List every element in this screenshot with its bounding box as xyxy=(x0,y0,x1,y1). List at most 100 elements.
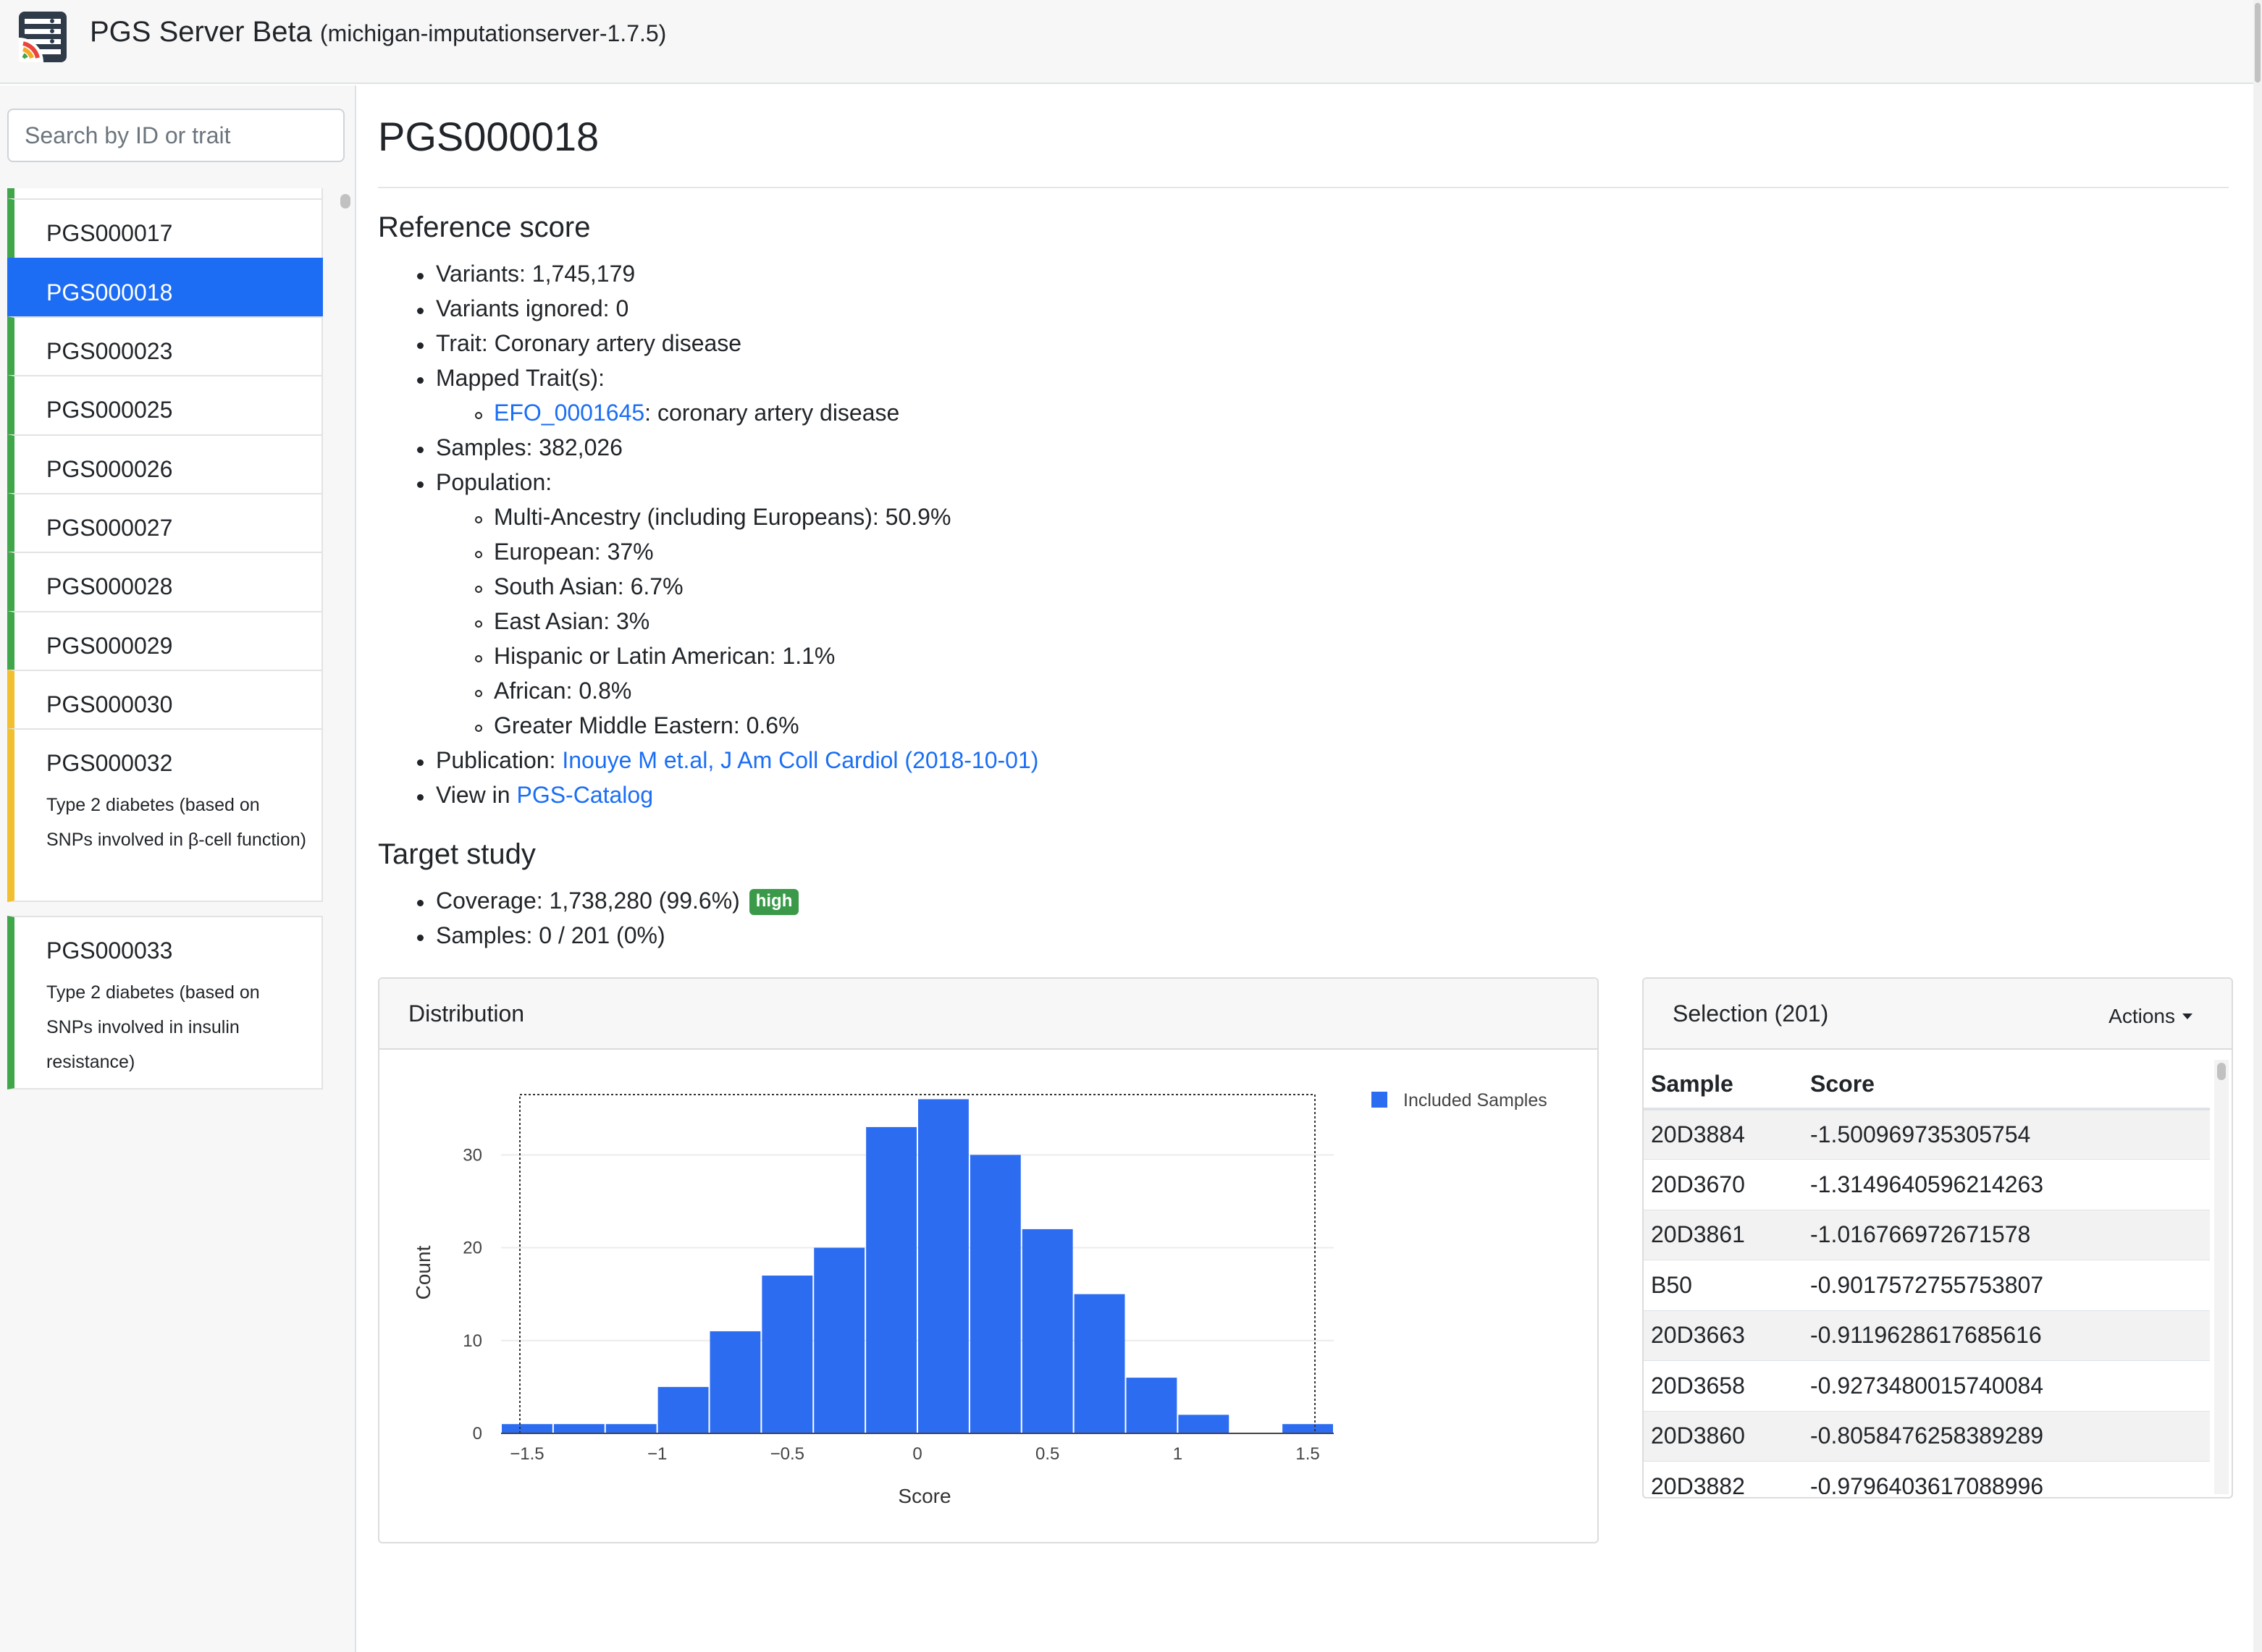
sample-cell: 20D3882 xyxy=(1644,1461,1803,1494)
sample-cell: 20D3658 xyxy=(1644,1360,1803,1412)
histogram-bar xyxy=(657,1386,709,1433)
search-input[interactable] xyxy=(7,109,345,162)
table-row[interactable]: 20D3884 -1.500969735305754 xyxy=(1644,1109,2210,1160)
sample-cell: 20D3861 xyxy=(1644,1210,1803,1260)
app-name: PGS Server Beta xyxy=(90,16,312,48)
caret-down-icon xyxy=(2182,1013,2192,1019)
score-sidebar: PGS000017Inflammatory bowel diseasePGS00… xyxy=(0,85,356,1652)
score-id: PGS000025 xyxy=(46,397,173,423)
selection-table-viewport[interactable]: Sample Score 20D3884 -1.500969735305754 20… xyxy=(1644,1060,2210,1494)
table-row[interactable]: 20D3861 -1.016766972671578 xyxy=(1644,1210,2210,1260)
population-item: South Asian: 6.7% xyxy=(494,573,684,599)
x-tick-label: 1 xyxy=(1173,1444,1182,1464)
variants-text: Variants: 1,745,179 xyxy=(436,261,636,287)
score-cell: -1.016766972671578 xyxy=(1803,1210,2210,1260)
target-samples-text: Samples: 0 / 201 (0%) xyxy=(436,922,665,948)
population-item: European: 37% xyxy=(494,539,654,565)
selection-table: Sample Score 20D3884 -1.500969735305754 20… xyxy=(1644,1060,2210,1494)
x-tick-label: −1 xyxy=(647,1444,667,1464)
selection-table-scrollbar[interactable] xyxy=(2214,1060,2229,1494)
view-in-label: View in xyxy=(436,782,517,808)
trait-text: Trait: Coronary artery disease xyxy=(436,330,742,356)
table-row[interactable]: 20D3670 -1.3149640596214263 xyxy=(1644,1159,2210,1210)
selection-card-title: Selection (201) xyxy=(1673,1000,1829,1027)
app-version: (michigan-imputationserver-1.7.5) xyxy=(319,20,667,46)
column-header-sample[interactable]: Sample xyxy=(1644,1060,1803,1111)
distribution-histogram[interactable]: −1.5 −1 −0.5 0 0.5 1 1.5 0 10 20 30 Score Count Inclu… xyxy=(379,1051,1597,1543)
app-logo-icon[interactable] xyxy=(17,10,70,64)
histogram-bar xyxy=(605,1424,657,1433)
app-title[interactable]: PGS Server Beta (michigan-imputationserv… xyxy=(90,16,666,49)
y-tick-label: 0 xyxy=(473,1424,482,1444)
sample-cell: 20D3860 xyxy=(1644,1411,1803,1462)
table-row[interactable]: B50 -0.9017572755753807 xyxy=(1644,1260,2210,1311)
legend-swatch xyxy=(1371,1092,1387,1108)
histogram-bar xyxy=(1074,1294,1125,1433)
publication-link[interactable]: Inouye M et.al, J Am Coll Cardiol (2018-… xyxy=(562,747,1038,773)
score-id: PGS000029 xyxy=(46,633,173,659)
distribution-card: Distribution −1.5 −1 −0.5 0 0.5 1 1.5 0 10 20 30 Sc… xyxy=(378,977,1599,1543)
histogram-bar xyxy=(1178,1415,1229,1433)
score-cell: -1.500969735305754 xyxy=(1803,1109,2210,1160)
mapped-traits-label: Mapped Trait(s): xyxy=(436,365,605,391)
pgs-catalog-link[interactable]: PGS-Catalog xyxy=(516,782,653,808)
score-trait: Type 2 diabetes (based on SNPs involved … xyxy=(46,982,260,1072)
sample-cell: B50 xyxy=(1644,1260,1803,1311)
score-cell: -0.9273480015740084 xyxy=(1803,1360,2210,1412)
score-id: PGS000033 xyxy=(46,937,173,964)
table-row[interactable]: 20D3663 -0.9119628617685616 xyxy=(1644,1310,2210,1361)
score-list: PGS000017Inflammatory bowel diseasePGS00… xyxy=(0,188,356,1652)
score-id: PGS000026 xyxy=(46,456,173,482)
reference-score-heading: Reference score xyxy=(378,211,591,243)
table-row[interactable]: 20D3882 -0.9796403617088996 xyxy=(1644,1461,2210,1494)
score-cell: -1.3149640596214263 xyxy=(1803,1159,2210,1210)
histogram-bar xyxy=(918,1099,969,1433)
title-divider xyxy=(378,187,2229,188)
population-label: Population: xyxy=(436,469,552,495)
histogram-bar xyxy=(1126,1378,1177,1433)
population-item: Multi-Ancestry (including Europeans): 50… xyxy=(494,504,951,530)
column-header-score[interactable]: Score xyxy=(1803,1060,2210,1111)
sample-cell: 20D3884 xyxy=(1644,1109,1803,1160)
x-tick-label: −1.5 xyxy=(510,1444,544,1464)
y-tick-label: 10 xyxy=(463,1331,482,1351)
score-list-scrollbar[interactable] xyxy=(337,190,353,1652)
samples-text: Samples: 382,026 xyxy=(436,434,623,460)
population-item: African: 0.8% xyxy=(494,678,632,704)
page-scrollbar[interactable] xyxy=(2253,0,2262,1652)
score-cell: -0.9017572755753807 xyxy=(1803,1260,2210,1311)
population-item: Hispanic or Latin American: 1.1% xyxy=(494,643,836,669)
selection-card-header: Selection (201) Actions xyxy=(1644,979,2232,1050)
efo-link[interactable]: EFO_0001645 xyxy=(494,400,644,426)
x-tick-label: 0 xyxy=(912,1444,922,1464)
sidebar-item-pgs000032[interactable]: PGS000032 Type 2 diabetes (based on SNPs … xyxy=(7,728,323,902)
histogram-bar xyxy=(814,1247,865,1433)
legend-label: Included Samples xyxy=(1403,1090,1547,1111)
coverage-badge: high xyxy=(749,889,799,915)
score-id: PGS000027 xyxy=(46,515,173,541)
distribution-card-header: Distribution xyxy=(379,979,1597,1050)
actions-dropdown-button[interactable]: Actions xyxy=(2108,1005,2192,1028)
coverage-item: Coverage: 1,738,280 (99.6%) high xyxy=(436,888,799,915)
x-tick-label: 0.5 xyxy=(1035,1444,1059,1464)
sample-cell: 20D3670 xyxy=(1644,1159,1803,1210)
score-id: PGS000017 xyxy=(46,220,173,246)
population-item: Greater Middle Eastern: 0.6% xyxy=(494,712,799,738)
score-detail: PGS000018 Reference score Variants: 1,74… xyxy=(358,85,2253,1652)
histogram-bar xyxy=(970,1155,1021,1433)
x-tick-label: −0.5 xyxy=(770,1444,804,1464)
score-cell: -0.8058476258389289 xyxy=(1803,1411,2210,1462)
distribution-card-title: Distribution xyxy=(408,1000,525,1027)
coverage-text: Coverage: 1,738,280 (99.6%) xyxy=(436,888,740,914)
x-axis-title: Score xyxy=(898,1485,951,1507)
histogram-bar xyxy=(1022,1229,1073,1433)
mapped-trait-name: : coronary artery disease xyxy=(644,400,900,426)
sidebar-item-pgs000033[interactable]: PGS000033 Type 2 diabetes (based on SNPs … xyxy=(7,916,323,1090)
y-tick-label: 30 xyxy=(463,1145,482,1165)
table-row[interactable]: 20D3860 -0.8058476258389289 xyxy=(1644,1411,2210,1462)
publication-item: Publication: Inouye M et.al, J Am Coll C… xyxy=(436,747,1038,774)
table-row[interactable]: 20D3658 -0.9273480015740084 xyxy=(1644,1360,2210,1412)
y-axis-title: Count xyxy=(412,1245,434,1299)
population-item: East Asian: 3% xyxy=(494,608,650,634)
actions-label: Actions xyxy=(2108,1005,2175,1027)
